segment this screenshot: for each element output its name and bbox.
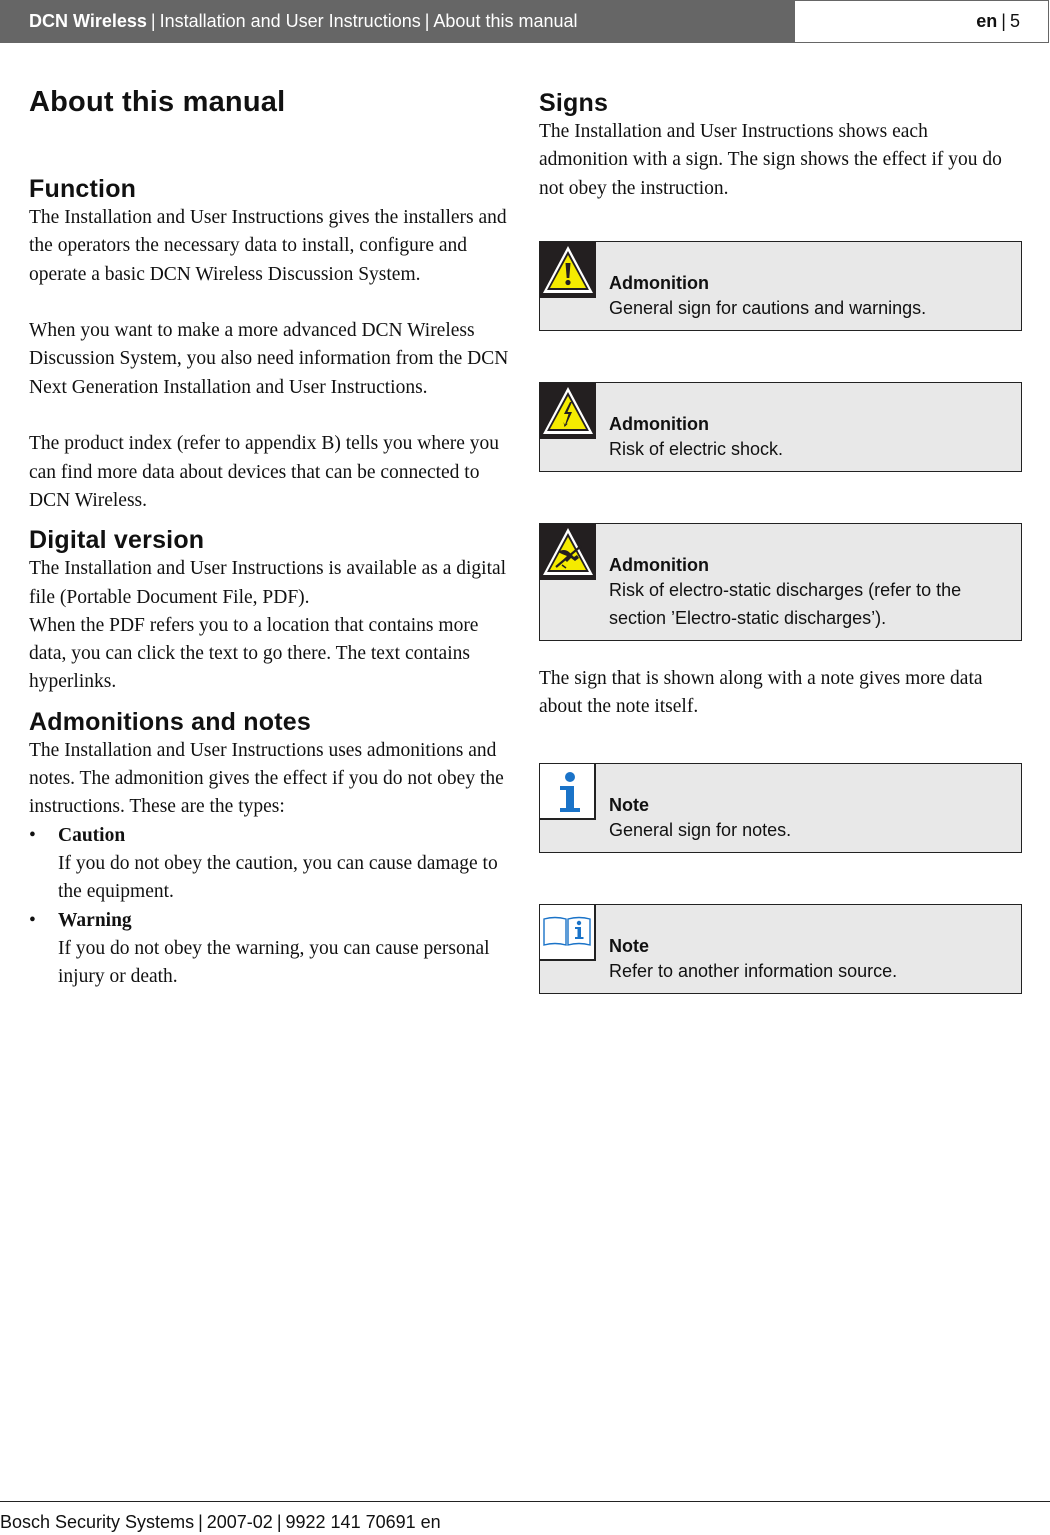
header-section: About this manual	[433, 11, 578, 31]
heading-signs: Signs	[539, 89, 609, 117]
heading-function: Function	[29, 175, 137, 203]
page-title: About this manual	[29, 86, 286, 118]
bullet-icon: •	[29, 824, 36, 846]
page-header: DCN Wireless | Installation and User Instr…	[0, 0, 1050, 44]
heading-admonitions-and-notes: Admonitions and notes	[29, 707, 311, 736]
note-description: General sign for notes.	[609, 820, 792, 841]
admonition-box-electric-shock: Admonition Risk of electric shock.	[539, 381, 1022, 472]
header-page-info: en | 5	[795, 0, 1049, 43]
signs-intro: The Installation and User Instructions s…	[539, 121, 1002, 199]
digital-paragraph-2: When the PDF refers you to a location th…	[29, 614, 479, 693]
note-box-general: Note General sign for notes.	[539, 763, 1022, 854]
header-page-number: 5	[1009, 11, 1020, 31]
right-column: Signs The Installation and User Instruct…	[539, 82, 1023, 995]
list-item-caution: • Caution If you do not obey the caution…	[29, 822, 511, 907]
notes-intro: The sign that is shown along with a note…	[539, 667, 983, 718]
footer-company: Bosch Security Systems	[0, 1512, 195, 1532]
esd-hazard-icon	[540, 523, 596, 580]
header-language: en	[976, 11, 998, 31]
function-paragraph-2: When you want to make a more advanced DC…	[29, 320, 509, 398]
caution-label: Caution	[58, 824, 126, 846]
admonition-types-list: • Caution If you do not obey the caution…	[29, 822, 511, 992]
list-item-warning: • Warning If you do not obey the warning…	[29, 907, 511, 992]
admonition-title: Admonition	[609, 413, 709, 434]
book-info-icon	[540, 905, 596, 962]
footer-date: 2007-02	[206, 1512, 273, 1532]
bullet-icon: •	[29, 909, 36, 931]
note-description: Refer to another information source.	[609, 961, 898, 982]
admonition-box-esd: Admonition Risk of electro-static discha…	[539, 522, 1022, 641]
note-title: Note	[609, 795, 649, 816]
note-text: Note General sign for notes.	[540, 764, 1021, 852]
admonition-description: General sign for cautions and warnings.	[609, 297, 927, 318]
footer-divider	[0, 1501, 1050, 1502]
function-paragraph-3: The product index (refer to appendix B) …	[29, 433, 500, 511]
warning-label: Warning	[58, 909, 132, 931]
admonition-text: Admonition Risk of electro-static discha…	[540, 524, 1021, 640]
left-column: About this manual Function The Installat…	[29, 82, 511, 991]
header-breadcrumb: DCN Wireless | Installation and User Instr…	[0, 0, 795, 43]
admonition-box-general: Admonition General sign for cautions and…	[539, 240, 1022, 331]
admonition-description: Risk of electric shock.	[609, 438, 784, 459]
admonition-title: Admonition	[609, 272, 709, 293]
caution-description: If you do not obey the caution, you can …	[58, 852, 498, 903]
note-text: Note Refer to another information source…	[540, 905, 1021, 993]
heading-digital-version: Digital version	[29, 526, 205, 555]
function-paragraph-1: The Installation and User Instructions g…	[29, 207, 507, 285]
warning-description: If you do not obey the warning, you can …	[58, 937, 490, 988]
header-document: Installation and User Instructions	[159, 11, 421, 31]
electric-shock-icon	[540, 382, 596, 439]
warning-triangle-exclamation-icon	[540, 241, 596, 298]
admonition-description: Risk of electro-static discharges (refer…	[609, 579, 962, 628]
admonition-title: Admonition	[609, 554, 709, 575]
header-product: DCN Wireless	[29, 11, 147, 31]
note-box-reference: Note Refer to another information source…	[539, 904, 1022, 995]
info-icon	[540, 764, 596, 821]
digital-paragraph-1: The Installation and User Instructions i…	[29, 558, 507, 608]
admonition-text: Admonition General sign for cautions and…	[540, 242, 1021, 330]
footer-doc-number: 9922 141 70691 en	[285, 1512, 441, 1532]
admonition-text: Admonition Risk of electric shock.	[540, 383, 1021, 471]
note-title: Note	[609, 936, 649, 957]
admonitions-intro: The Installation and User Instructions u…	[29, 739, 504, 818]
page-footer: Bosch Security Systems | 2007-02 | 9922 141 …	[0, 1512, 441, 1532]
